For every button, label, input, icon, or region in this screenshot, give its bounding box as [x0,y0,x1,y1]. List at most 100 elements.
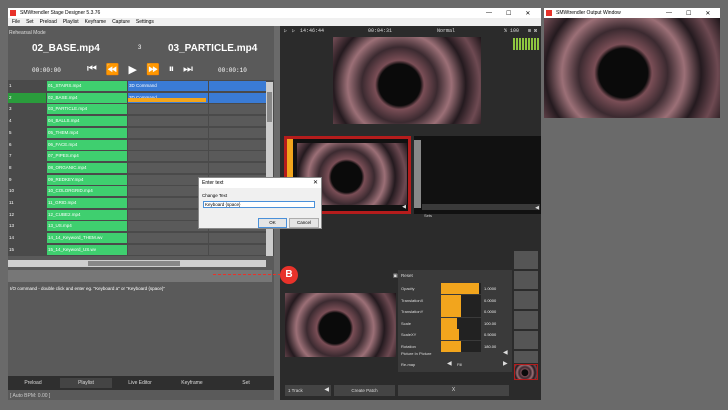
side-button-2[interactable] [514,271,538,289]
slot2-arrow-icon[interactable]: ◀ [535,205,539,211]
extra-cell[interactable] [209,127,266,138]
property-value[interactable]: 0.0000 [484,298,496,303]
table-row[interactable]: 4 04_BALLS.mp4 [8,116,266,127]
menu-keyframe[interactable]: Keyframe [85,19,106,25]
clip-cell[interactable]: 12_CUBE2.mp4 [47,209,127,220]
clip-cell[interactable]: 04_BALLS.mp4 [47,116,127,127]
track-arrow-icon[interactable]: ◀ [324,386,329,393]
play-small-icon[interactable]: ▷ [284,28,287,34]
command-cell[interactable] [128,104,208,115]
menu-set[interactable]: Set [26,19,34,25]
dialog-cancel-button[interactable]: Cancel [289,218,319,228]
panel-corner-icon[interactable]: ▣ [393,273,398,279]
track-button[interactable]: 1 Track ◀ [285,385,331,396]
command-cell[interactable] [128,209,208,220]
command-cell[interactable] [128,186,208,197]
command-cell[interactable] [128,127,208,138]
tab-set[interactable]: Set [220,378,272,388]
maximize-icon[interactable]: ☐ [506,10,511,17]
clip-cell[interactable]: 03_PARTICLE.mp4 [47,104,127,115]
slot1-arrow-icon[interactable]: ◀ [402,204,406,210]
vertical-scrollbar[interactable] [266,82,273,256]
x-button[interactable]: X [398,385,509,396]
property-slider[interactable] [441,340,481,352]
table-row[interactable]: 5 05_THEM.mp4 [8,127,266,138]
extra-cell[interactable] [209,104,266,115]
dialog-ok-button[interactable]: OK [258,218,287,228]
side-button-1[interactable] [514,251,538,269]
menu-playlist[interactable]: Playlist [63,19,79,25]
skip-start-icon[interactable]: ⏮ [87,63,97,76]
command-cell[interactable] [128,233,208,244]
fast-forward-icon[interactable]: ⏩ [146,63,160,76]
step-small-icon[interactable]: ▷ [292,28,295,34]
pause-icon[interactable]: ⏸ [169,63,175,76]
property-value[interactable]: 0.5000 [484,332,496,337]
table-row[interactable]: 15 15_14_Keyword_US.wv [8,244,266,255]
side-button-3[interactable] [514,291,538,309]
extra-cell[interactable] [209,92,266,103]
command-cell[interactable] [128,221,208,232]
clip-cell[interactable]: 14_14_Keyword_THEM.wv [47,233,127,244]
minimize-icon[interactable]: — [486,10,492,16]
clip-cell[interactable]: 10_COLORGRID.mp4 [47,186,127,197]
expand-icon[interactable]: ⊞ [528,28,531,34]
table-row[interactable]: 3 03_PARTICLE.mp4 [8,104,266,115]
command-cell[interactable] [128,139,208,150]
side-button-5[interactable] [514,331,538,349]
side-button-4[interactable] [514,311,538,329]
command-cell[interactable] [128,151,208,162]
extra-cell[interactable] [209,139,266,150]
output-minimize-icon[interactable]: — [666,10,672,16]
extra-cell[interactable] [209,151,266,162]
clip-cell[interactable]: 08_ORGANIC.mp4 [47,162,127,173]
property-value[interactable]: 100.00 [484,321,496,326]
dialog-close-icon[interactable]: ✕ [313,179,318,186]
step-back-icon[interactable]: ⏪ [106,63,120,76]
clip-cell[interactable]: 11_GRID.mp4 [47,198,127,208]
menu-preload[interactable]: Preload [40,19,57,25]
fullscreen-icon[interactable]: ⊠ [534,28,537,34]
clip-cell[interactable]: 13_US.mp4 [47,221,127,232]
blend-mode[interactable]: Normal [437,28,455,34]
menu-settings[interactable]: Settings [136,19,154,25]
play-icon[interactable]: ▶ [129,63,137,76]
tab-preload[interactable]: Preload [8,378,58,388]
table-row[interactable]: 7 07_PIPES.mp4 [8,151,266,162]
tab-keyframe[interactable]: Keyframe [166,378,218,388]
remap-arrow-right-icon[interactable]: ▶ [503,360,508,367]
property-slider[interactable] [441,329,481,340]
property-slider[interactable] [441,306,481,317]
pip-arrow-icon[interactable]: ◀ [503,349,508,356]
tab-playlist[interactable]: Playlist [60,378,112,388]
command-cell[interactable] [128,174,208,185]
layer-slot-2[interactable]: Sets ◀ [414,136,541,218]
output-maximize-icon[interactable]: ☐ [686,10,691,17]
command-cell[interactable] [128,198,208,208]
clip-cell[interactable]: 06_FACE.mp4 [47,139,127,150]
clip-cell[interactable]: 02_BASE.mp4 [47,92,127,103]
table-row[interactable]: 1 01_STAIRS.mp4 3D Command [8,81,266,91]
skip-end-icon[interactable]: ⏭ [183,63,193,76]
side-button-6[interactable] [514,351,538,363]
dialog-text-input[interactable] [203,201,315,208]
clip-cell[interactable]: 01_STAIRS.mp4 [47,81,127,91]
horizontal-scrollbar[interactable] [8,260,266,267]
remap-value[interactable]: Fill [457,362,462,367]
tab-live-editor[interactable]: Live Editor [114,378,166,388]
extra-cell[interactable] [209,116,266,127]
menu-file[interactable]: File [12,19,20,25]
command-input[interactable] [8,270,272,282]
table-row[interactable]: 8 08_ORGANIC.mp4 [8,162,266,173]
clip-cell[interactable]: 05_THEM.mp4 [47,127,127,138]
property-slider[interactable] [441,283,481,294]
props-header[interactable]: Reset [401,273,413,278]
command-cell[interactable] [128,162,208,173]
command-cell[interactable] [128,244,208,255]
property-slider[interactable] [441,294,481,306]
create-patch-button[interactable]: Create Patch [334,385,395,396]
clip-cell[interactable]: 07_PIPES.mp4 [47,151,127,162]
table-row[interactable]: 14 14_14_Keyword_THEM.wv [8,233,266,244]
table-row[interactable]: 6 06_FACE.mp4 [8,139,266,150]
property-value[interactable]: 0.0000 [484,309,496,314]
